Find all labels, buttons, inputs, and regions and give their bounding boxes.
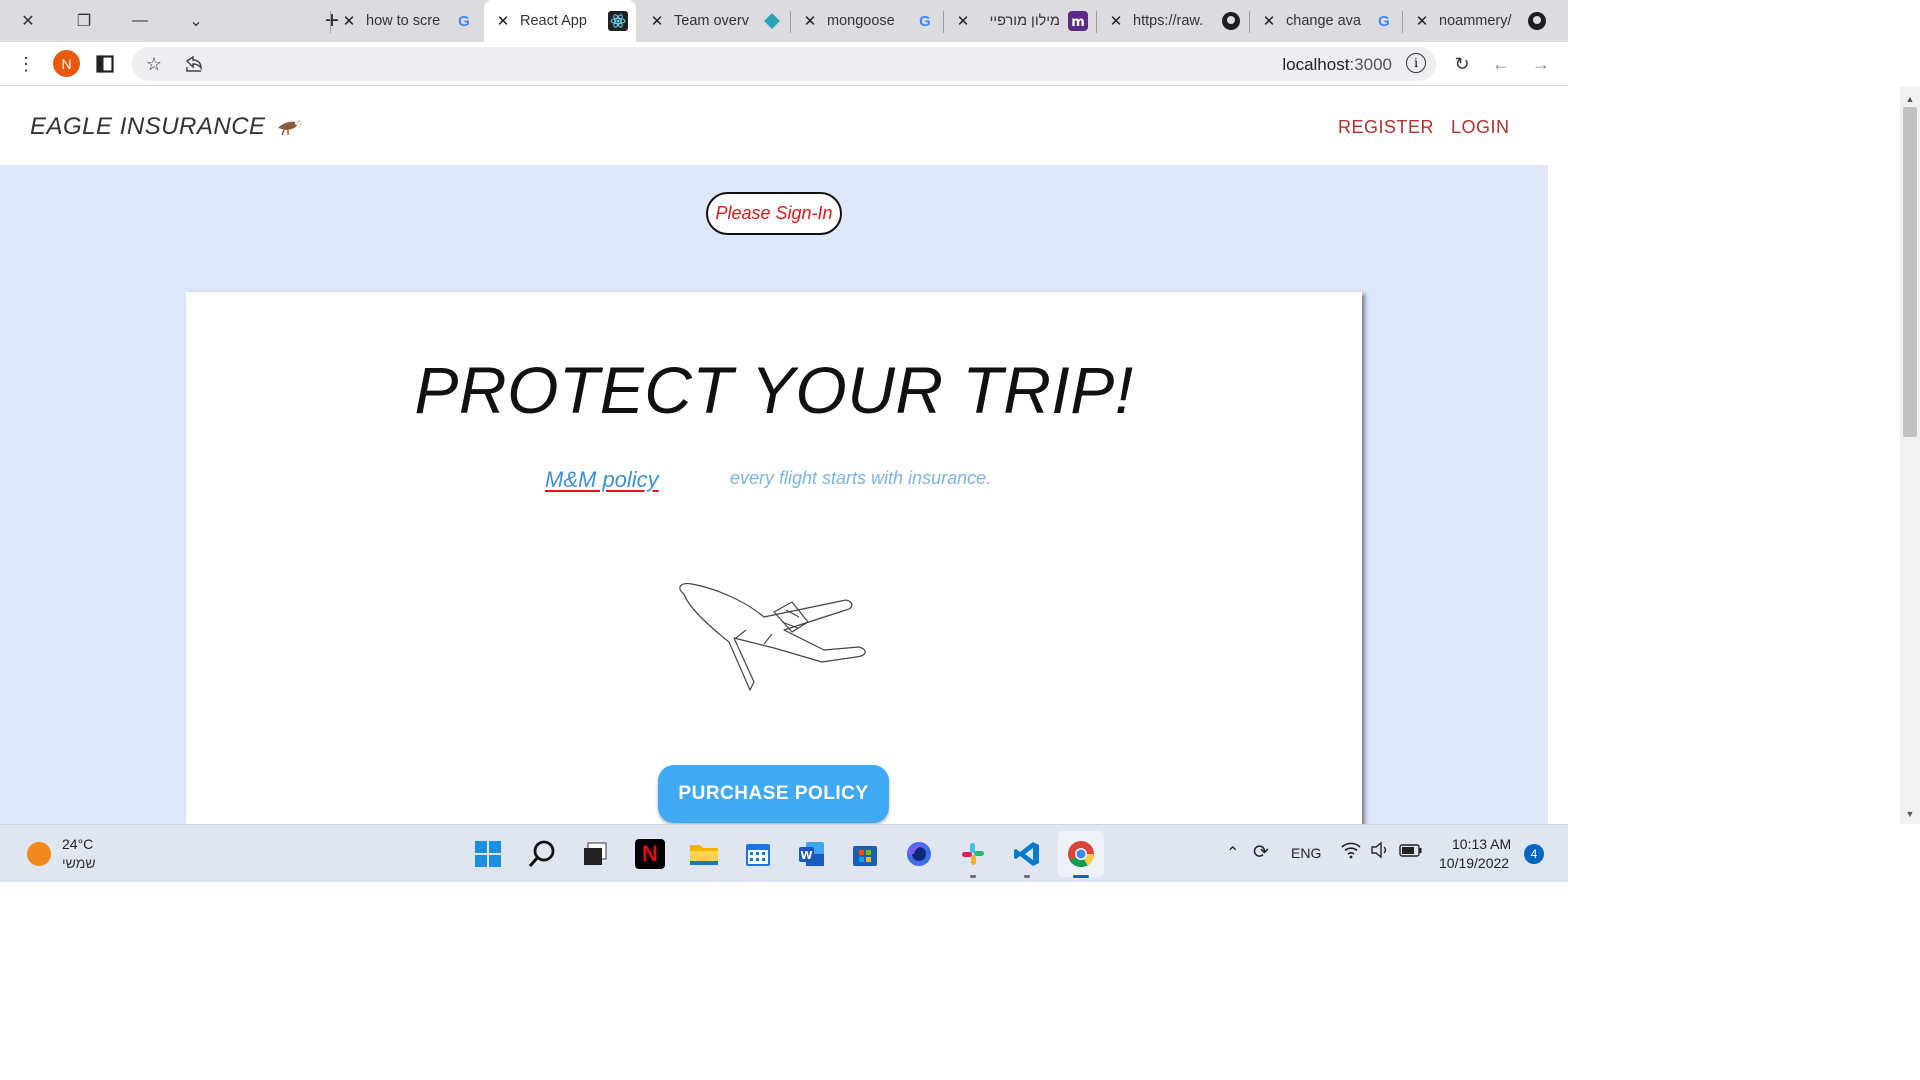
sync-icon[interactable]: ⟳ (1253, 841, 1269, 864)
clock-time[interactable]: 10:13 AM (1452, 836, 1511, 852)
page-viewport: EAGLE INSURANCE REGISTER LOGIN Please Si… (0, 87, 1548, 824)
policy-link[interactable]: M&M policy (545, 467, 659, 493)
tab-noammery-github[interactable]: ✕ noammery/ (1415, 0, 1565, 42)
app-running-indicator (970, 875, 976, 878)
scroll-down-arrow-icon[interactable]: ▼ (1900, 806, 1920, 822)
brand-logo[interactable]: EAGLE INSURANCE (30, 113, 302, 141)
app-running-indicator (1024, 875, 1030, 878)
tab-how-to-screenshot[interactable]: ✕ how to scre G (342, 0, 482, 42)
clock-date[interactable]: 10/19/2022 (1439, 855, 1509, 871)
github-icon (1527, 11, 1547, 31)
tab-close-icon[interactable]: ✕ (650, 12, 664, 30)
microsoft-store-icon[interactable] (850, 839, 880, 869)
minimize-window-icon[interactable]: — (112, 0, 168, 42)
windows-taskbar: 24°C שמשי N W ⌃ ⟳ ENG 10:13 AM 10/19/202… (0, 824, 1568, 882)
tab-divider (1096, 11, 1097, 33)
app-active-indicator (1073, 875, 1089, 878)
svg-text:m: m (1071, 15, 1085, 30)
battery-icon[interactable] (1399, 842, 1423, 861)
site-info-icon[interactable]: i (1406, 53, 1426, 73)
tab-team-overview[interactable]: ✕ Team overv (650, 0, 790, 42)
weather-sun-icon[interactable] (27, 842, 51, 866)
bookmark-star-icon[interactable]: ☆ (140, 50, 168, 78)
netflix-icon[interactable]: N (635, 839, 665, 869)
language-indicator[interactable]: ENG (1291, 845, 1321, 861)
notification-count-badge[interactable]: 4 (1524, 844, 1544, 864)
calendar-icon[interactable] (743, 839, 773, 869)
task-view-icon[interactable] (580, 839, 610, 869)
tab-divider (330, 11, 331, 33)
chrome-icon[interactable] (1066, 839, 1096, 869)
tab-close-icon[interactable]: ✕ (956, 12, 970, 30)
show-hidden-icons-chevron-icon[interactable]: ⌃ (1226, 843, 1239, 863)
svg-text:W: W (800, 849, 812, 862)
tab-close-icon[interactable]: ✕ (342, 12, 356, 30)
tab-close-icon[interactable]: ✕ (1262, 12, 1276, 30)
hero-card: PROTECT YOUR TRIP! M&M policy every flig… (186, 292, 1362, 824)
forward-arrow-icon[interactable]: → (1527, 50, 1555, 78)
tab-close-icon[interactable]: ✕ (1415, 12, 1429, 30)
scroll-up-arrow-icon[interactable]: ▲ (1900, 91, 1920, 107)
file-explorer-icon[interactable] (689, 839, 719, 869)
tab-divider (790, 11, 791, 33)
tab-mongoose[interactable]: ✕ mongoose G (803, 0, 943, 42)
react-icon (608, 11, 628, 31)
reading-mode-icon[interactable] (91, 50, 119, 78)
tab-divider (1249, 11, 1250, 33)
tab-search-chevron-icon[interactable]: ⌄ (168, 0, 224, 42)
volume-icon[interactable] (1370, 841, 1390, 862)
menu-kebab-icon[interactable]: ⋮ (12, 50, 40, 78)
google-icon: G (919, 12, 931, 30)
tab-github-raw[interactable]: ✕ https://raw. (1109, 0, 1249, 42)
browser-tab-strip: ✕ ❐ — ⌄ + ✕ how to scre G ✕ React App ✕ … (0, 0, 1568, 42)
site-navbar: EAGLE INSURANCE REGISTER LOGIN (0, 87, 1548, 165)
vscode-icon[interactable] (1012, 839, 1042, 869)
page-scrollbar[interactable]: ▲ ▼ (1900, 87, 1920, 824)
address-bar[interactable]: ☆ localhost:3000 i (132, 47, 1436, 81)
back-arrow-icon[interactable]: ← (1487, 50, 1515, 78)
wifi-icon[interactable] (1341, 841, 1361, 862)
reload-icon[interactable]: ↻ (1448, 50, 1476, 78)
tagline: every flight starts with insurance. (730, 468, 992, 488)
tab-close-icon[interactable]: ✕ (496, 12, 510, 30)
close-window-icon[interactable]: ✕ (0, 0, 56, 42)
tab-divider (943, 11, 944, 33)
purchase-policy-button[interactable]: PURCHASE POLICY (658, 765, 889, 823)
share-icon[interactable] (180, 50, 208, 78)
google-icon: G (458, 12, 470, 30)
tab-close-icon[interactable]: ✕ (803, 12, 817, 30)
scroll-thumb[interactable] (1903, 107, 1917, 437)
weather-description[interactable]: שמשי (62, 855, 96, 871)
google-icon: G (1378, 12, 1390, 30)
github-icon (1221, 11, 1241, 31)
tab-react-app[interactable]: ✕ React App (484, 0, 636, 42)
profile-avatar[interactable]: N (53, 50, 80, 77)
airplane-illustration (679, 583, 866, 691)
word-icon[interactable]: W (797, 839, 827, 869)
tab-morfix-dictionary[interactable]: ✕ מילון מורפיי m (956, 0, 1096, 42)
tab-divider (1402, 11, 1403, 33)
weather-temperature[interactable]: 24°C (62, 836, 93, 852)
login-link[interactable]: LOGIN (1451, 117, 1510, 138)
firefox-icon[interactable] (904, 839, 934, 869)
hero-title: PROTECT YOUR TRIP! (414, 353, 1134, 427)
register-link[interactable]: REGISTER (1338, 117, 1434, 138)
tab-change-avatar[interactable]: ✕ change ava G (1262, 0, 1402, 42)
eagle-icon (277, 120, 302, 136)
windows-start-icon[interactable] (473, 839, 503, 869)
slack-icon[interactable] (958, 839, 988, 869)
browser-toolbar: ⋮ N ☆ localhost:3000 i ↻ ← → (0, 42, 1568, 86)
diamond-icon (762, 11, 782, 31)
sign-in-badge[interactable]: Please Sign-In (706, 192, 842, 235)
url-text[interactable]: localhost:3000 (1282, 55, 1392, 75)
restore-window-icon[interactable]: ❐ (56, 0, 112, 42)
tab-close-icon[interactable]: ✕ (1109, 12, 1123, 30)
morfix-icon: m (1068, 11, 1088, 31)
search-icon[interactable] (527, 839, 557, 869)
